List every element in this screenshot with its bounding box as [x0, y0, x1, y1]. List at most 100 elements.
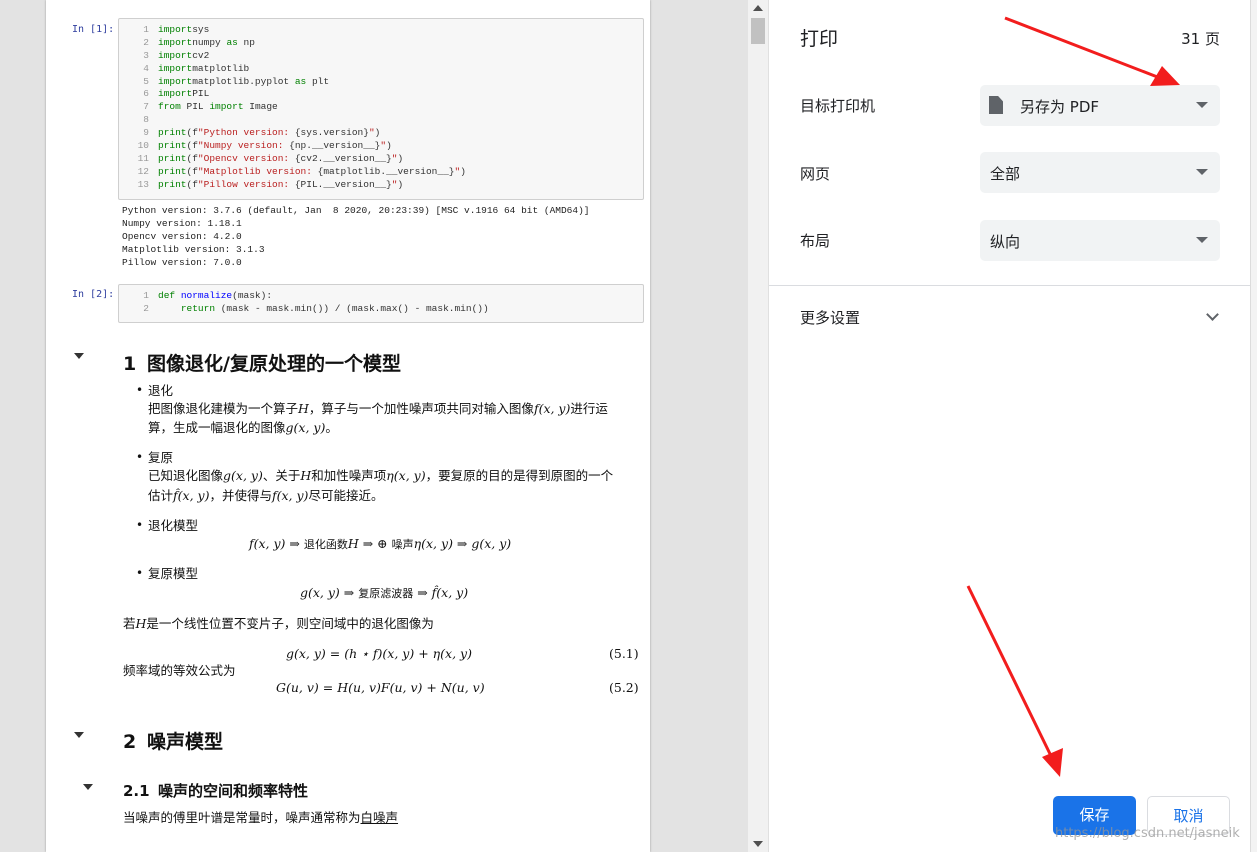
- line-number: 2: [143, 36, 149, 48]
- paragraph-lti: 若H是一个线性位置不变片子，则空间域中的退化图像为: [123, 616, 434, 631]
- line-number: 10: [137, 140, 149, 152]
- file-icon: [989, 96, 1003, 114]
- destination-label: 目标打印机: [800, 97, 876, 115]
- code-line: 2 importnumpy as np: [119, 37, 643, 50]
- bullet-degrade-title: 退化: [148, 383, 174, 398]
- line-number: 4: [143, 62, 149, 74]
- code-text: def normalize(mask):: [158, 290, 273, 301]
- code-text: from PIL import Image: [158, 101, 278, 113]
- output-line: Matplotlib version: 3.1.3: [122, 243, 265, 255]
- code-text: print(f"Opencv version: {cv2.__version__…: [158, 152, 404, 164]
- code-line: 12 print(f"Matplotlib version: {matplotli…: [119, 166, 643, 179]
- code-line: 6 importPIL: [119, 88, 643, 101]
- restore-model-equation: g(x, y) ⇒ 复原滤波器 ⇒ f̂(x, y): [300, 585, 469, 600]
- bullet-degrade-line1: 把图像退化建模为一个算子H，算子与一个加性噪声项共同对输入图像f(x, y)进行…: [148, 401, 608, 416]
- line-number: 9: [143, 127, 149, 139]
- more-settings-toggle[interactable]: 更多设置: [769, 286, 1251, 348]
- line-number: 5: [143, 75, 149, 87]
- section1-collapse-icon[interactable]: [74, 353, 84, 359]
- line-number: 12: [137, 165, 149, 177]
- layout-select[interactable]: 纵向: [980, 220, 1220, 261]
- code-text: print(f"Numpy version: {np.__version__}"…: [158, 140, 392, 152]
- pages-select[interactable]: 全部: [980, 152, 1220, 193]
- code-cell-1: 1 importsys 2 importnumpy as np 3 importcv2 4 i…: [118, 18, 644, 200]
- code-cell-2: 1 def normalize(mask): 2 return (mask - ma…: [118, 284, 644, 323]
- preview-scrollbar[interactable]: [748, 0, 768, 852]
- white-noise-link[interactable]: 白噪声: [361, 810, 399, 825]
- code-line: 11 print(f"Opencv version: {cv2.__version…: [119, 153, 643, 166]
- code-line: 13 print(f"Pillow version: {PIL.__version…: [119, 179, 643, 192]
- layout-label: 布局: [800, 232, 831, 250]
- watermark: https://blog.csdn.net/jasneik: [1055, 826, 1240, 841]
- code-text: importsys: [158, 24, 210, 35]
- pages-value: 全部: [990, 165, 1021, 183]
- line-number: 8: [143, 114, 149, 126]
- cell1-prompt: In [1]:: [72, 24, 115, 35]
- scroll-down-icon[interactable]: [753, 841, 763, 847]
- window-edge: [1250, 0, 1257, 852]
- code-text: importcv2: [158, 49, 210, 61]
- code-text: print(f"Pillow version: {PIL.__version__…: [158, 178, 404, 190]
- bullet-dot: •: [136, 566, 144, 580]
- dropdown-arrow-icon: [1196, 169, 1208, 175]
- preview-page: In [1]: 1 importsys 2 importnumpy as np 3 imp…: [46, 0, 650, 852]
- scroll-up-icon[interactable]: [753, 5, 763, 11]
- layout-value: 纵向: [990, 233, 1021, 251]
- degrade-model-equation: f(x, y) ⇒ 退化函数H ⇒ ⊕ 噪声η(x, y) ⇒ g(x, y): [249, 536, 512, 551]
- code-line: 1 importsys: [119, 24, 643, 37]
- destination-value: 另存为 PDF: [1020, 98, 1099, 116]
- code-line: 10 print(f"Numpy version: {np.__version__…: [119, 140, 643, 153]
- line-number: 3: [143, 49, 149, 61]
- dropdown-arrow-icon: [1196, 237, 1208, 243]
- output-line: Pillow version: 7.0.0: [122, 256, 242, 268]
- line-number: 6: [143, 88, 149, 100]
- paragraph-white-noise: 当噪声的傅里叶谱是常量时，噪声通常称为白噪声: [123, 810, 399, 825]
- code-line: 9 print(f"Python version: {sys.version}"): [119, 127, 643, 140]
- scrollbar-thumb[interactable]: [751, 18, 765, 44]
- equation-5-1: g(x, y) = (h ⋆ f)(x, y) + η(x, y): [286, 646, 472, 661]
- bullet-restore-model-title: 复原模型: [148, 566, 199, 581]
- equation-5-2: G(u, v) = H(u, v)F(u, v) + N(u, v): [276, 680, 485, 695]
- output-line: Numpy version: 1.18.1: [122, 217, 242, 229]
- code-line: 1 def normalize(mask):: [119, 290, 643, 303]
- section1-heading: 1 图像退化/复原处理的一个模型: [123, 353, 401, 375]
- line-number: 1: [143, 24, 149, 35]
- code-line: 4 importmatplotlib: [119, 63, 643, 76]
- line-number: 7: [143, 101, 149, 113]
- code-line: 7 from PIL import Image: [119, 101, 643, 114]
- code-text: importmatplotlib: [158, 62, 250, 74]
- subsection-2-1-heading: 2.1 噪声的空间和频率特性: [123, 782, 309, 800]
- line-number: 2: [143, 302, 149, 314]
- bullet-dot: •: [136, 450, 144, 464]
- code-text: importmatplotlib.pyplot as plt: [158, 75, 330, 87]
- page-count: 31 页: [1181, 30, 1220, 48]
- print-preview-area: In [1]: 1 importsys 2 importnumpy as np 3 imp…: [0, 0, 748, 852]
- code-text: importPIL: [158, 88, 210, 100]
- section2-collapse-icon[interactable]: [74, 732, 84, 738]
- print-title: 打印: [800, 28, 839, 50]
- bullet-degrade-model-title: 退化模型: [148, 518, 199, 533]
- paragraph-frequency: 频率域的等效公式为: [123, 663, 236, 678]
- code-line: 8: [119, 114, 643, 127]
- bullet-dot: •: [136, 383, 144, 397]
- bullet-degrade-line2: 算，生成一幅退化的图像g(x, y)。: [148, 420, 338, 435]
- output-line: Opencv version: 4.2.0: [122, 230, 242, 242]
- code-line: 2 return (mask - mask.min()) / (mask.max…: [119, 303, 643, 316]
- code-text: importnumpy as np: [158, 36, 255, 48]
- dropdown-arrow-icon: [1196, 102, 1208, 108]
- output-line: Python version: 3.7.6 (default, Jan 8 20…: [122, 205, 590, 216]
- line-number: 1: [143, 290, 149, 301]
- code-line: 3 importcv2: [119, 50, 643, 63]
- print-settings-panel: 打印 31 页 目标打印机 另存为 PDF 网页 全部 布局 纵向 更多设置 保…: [768, 0, 1251, 852]
- subsection-collapse-icon[interactable]: [83, 784, 93, 790]
- bullet-dot: •: [136, 518, 144, 532]
- destination-select[interactable]: 另存为 PDF: [980, 85, 1220, 126]
- section2-heading: 2 噪声模型: [123, 731, 224, 753]
- equation-5-1-number: (5.1): [609, 646, 639, 661]
- bullet-restore-line2: 估计f̂(x, y)，并使得与f(x, y)尽可能接近。: [148, 488, 384, 503]
- code-text: print(f"Python version: {sys.version}"): [158, 127, 381, 139]
- pages-label: 网页: [800, 165, 831, 183]
- line-number: 11: [137, 152, 149, 164]
- equation-5-2-number: (5.2): [609, 680, 639, 695]
- chevron-down-icon: [1206, 308, 1219, 321]
